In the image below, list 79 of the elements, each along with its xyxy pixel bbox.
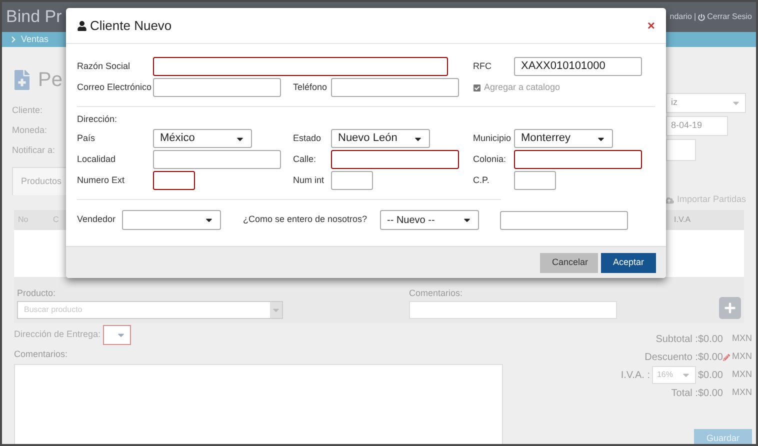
date-field[interactable]: 8-04-19 xyxy=(666,116,728,136)
page-title: Pe xyxy=(38,68,62,93)
section-heading: Dirección: xyxy=(77,113,118,126)
field-label: Producto: xyxy=(17,287,57,300)
total-value: $0.00 xyxy=(698,350,723,364)
field-label: Numero Ext xyxy=(77,174,126,187)
field-label: Num int xyxy=(293,174,326,187)
input-field[interactable] xyxy=(153,57,448,76)
brand-title: Bind Pr xyxy=(6,6,62,28)
field-label: Estado xyxy=(293,132,322,145)
checkbox[interactable] xyxy=(473,84,481,92)
breadcrumb-link[interactable]: Ventas xyxy=(21,32,49,46)
form-label: Notificar a: xyxy=(12,144,56,157)
logout-link[interactable]: Cerrar Sesio xyxy=(707,11,752,23)
total-label: Subtotal : xyxy=(656,332,698,346)
user-icon xyxy=(77,20,87,30)
select-value: Monterrey xyxy=(521,131,571,146)
field-label: Dirección de Entrega: xyxy=(14,328,101,342)
vendor-select[interactable] xyxy=(122,210,221,230)
field-label: Calle: xyxy=(293,152,318,166)
select-value: México xyxy=(160,131,195,146)
input-field[interactable]: XAXX010101000 xyxy=(514,57,642,76)
form-label: Cliente: xyxy=(12,104,44,117)
user-menu-link[interactable]: ndario xyxy=(670,11,692,23)
delivery-select[interactable] xyxy=(102,325,131,345)
input-field[interactable] xyxy=(331,150,459,169)
input-field[interactable] xyxy=(514,171,556,190)
field-label: RFC xyxy=(473,60,492,73)
field-label: País xyxy=(77,132,96,145)
input-field[interactable] xyxy=(331,78,459,97)
accept-button[interactable]: Aceptar xyxy=(601,252,656,272)
field-label: Teléfono xyxy=(293,80,328,94)
field-label: Localidad xyxy=(77,152,117,166)
close-button[interactable]: × xyxy=(647,16,655,36)
select-field[interactable]: Nuevo León xyxy=(331,129,430,148)
pencil-icon[interactable] xyxy=(723,354,730,360)
input-field[interactable] xyxy=(153,150,281,169)
separator: | xyxy=(694,11,696,23)
total-label: Descuento : xyxy=(644,350,698,364)
field-label: Correo Electrónico xyxy=(77,80,153,94)
select-field[interactable]: México xyxy=(153,129,252,148)
currency-label: MXN xyxy=(731,332,752,346)
checkbox-label: Agregar a catalogo xyxy=(484,80,560,94)
field-label: Razón Social xyxy=(77,60,132,73)
power-icon xyxy=(698,14,706,20)
field-label: Colonia: xyxy=(473,152,508,166)
cancel-button[interactable]: Cancelar xyxy=(540,252,598,272)
input-field[interactable] xyxy=(514,150,642,169)
currency-label: MXN xyxy=(731,386,752,400)
field-label: C.P. xyxy=(473,174,490,187)
total-value: $0.00 xyxy=(698,332,723,346)
field-label: ¿Como se entero de nosotros? xyxy=(243,213,368,226)
document-icon xyxy=(12,70,32,90)
field-label: Comentarios: xyxy=(409,287,464,300)
total-value: $0.00 xyxy=(698,386,723,400)
total-label: I.V.A. : xyxy=(620,368,650,382)
comments-textarea[interactable] xyxy=(14,364,503,444)
comment-field[interactable] xyxy=(409,300,617,318)
select-field[interactable]: Monterrey xyxy=(514,129,613,148)
column-header: I.V.A xyxy=(674,214,692,226)
source-select[interactable]: -- Nuevo -- xyxy=(380,210,479,230)
input-field[interactable] xyxy=(153,171,195,190)
currency-label: MXN xyxy=(731,350,752,364)
plus-icon xyxy=(724,302,736,314)
field-label: Municipio xyxy=(473,132,512,145)
form-label: Moneda: xyxy=(12,124,48,137)
input-field[interactable] xyxy=(153,78,281,97)
chevron-icon xyxy=(10,36,17,43)
field-label: Comentarios: xyxy=(14,348,69,361)
add-button[interactable] xyxy=(719,297,741,319)
modal-title: Cliente Nuevo xyxy=(90,16,172,35)
total-label: Total : xyxy=(671,386,698,400)
input-field[interactable] xyxy=(331,171,373,190)
field-label: Vendedor xyxy=(77,213,117,226)
input-field[interactable] xyxy=(500,210,628,230)
currency-label: MXN xyxy=(731,368,752,382)
client-select[interactable]: iz xyxy=(666,93,746,113)
select-value: Nuevo León xyxy=(338,131,398,146)
total-value: $0.00 xyxy=(698,368,723,382)
